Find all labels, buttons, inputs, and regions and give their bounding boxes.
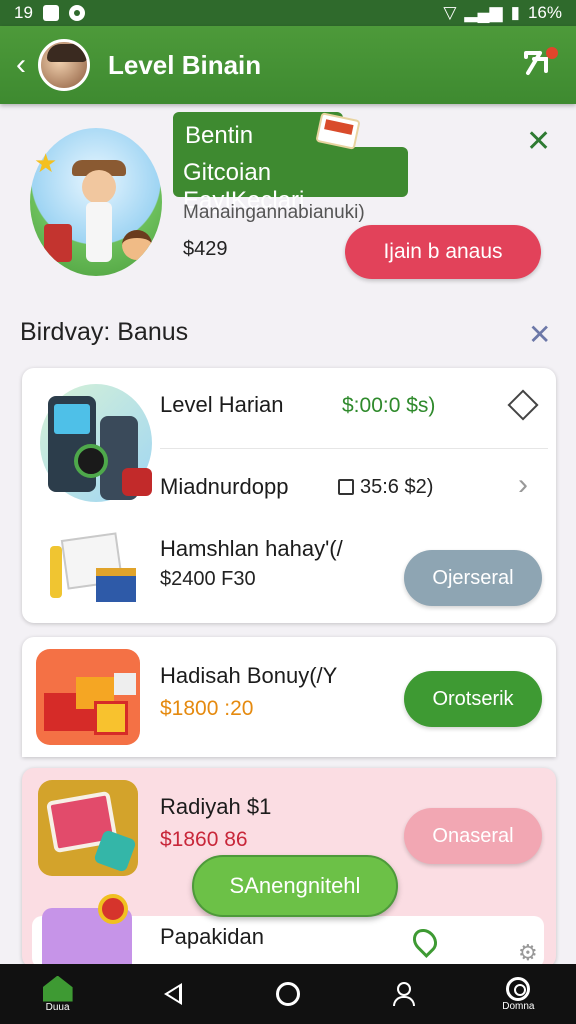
divider <box>160 448 548 449</box>
join-bonus-button[interactable]: Ijain b anaus <box>345 225 541 279</box>
bonus-card: Level Harian $:00:0 $s) Miadnurdopp 35:6… <box>22 368 556 623</box>
avatar[interactable] <box>38 39 90 91</box>
nav-home-label: Duua <box>45 1001 70 1013</box>
app-status-icon <box>68 5 85 21</box>
hero-subtitle: Gitcoian EayIKeclari <box>173 147 408 214</box>
close-icon[interactable]: ✕ <box>528 318 551 351</box>
hero-description: Manaingannabianuki) <box>183 202 365 223</box>
wifi-icon: ▽ <box>443 3 457 22</box>
item-amount: $:00:0 $s) <box>342 394 436 417</box>
item-name: Hamshlan hahay'(/ <box>160 536 343 561</box>
list-item[interactable]: Level Harian $:00:0 $s) <box>22 368 556 448</box>
battery-level: 16% <box>527 3 562 22</box>
profile-icon <box>506 976 531 1001</box>
section-title: Birdvay: Banus <box>20 318 189 346</box>
claim-button[interactable]: Orotserik <box>404 671 542 727</box>
item-name: Papakidan <box>160 924 264 949</box>
item-name: Hadisah Bonuy(/Y <box>160 663 338 688</box>
star-icon: ★ <box>34 148 58 178</box>
floating-action-button[interactable]: SAnengnitehl <box>192 855 398 917</box>
item-price: $2400 F30 <box>160 568 256 590</box>
item-name: Radiyah $1 <box>160 794 272 819</box>
nav-profile-label: Domna <box>502 1000 535 1012</box>
item-amount: 35:6 $2) <box>338 476 433 499</box>
home-circle-icon <box>275 982 300 1006</box>
item-amount-text: 35:6 $2) <box>360 476 434 498</box>
bottom-nav: Duua Domna <box>0 964 576 1024</box>
signal-icon: ▂▄▆ <box>464 3 503 22</box>
chevron-right-icon[interactable]: › <box>518 468 528 502</box>
notification-badge <box>546 47 558 59</box>
card-reward-thumbnail <box>38 780 138 876</box>
item-price: $1800 :20 <box>160 697 254 720</box>
nav-home-circle[interactable] <box>248 982 328 1006</box>
hero-price: $429 <box>183 238 228 260</box>
voucher-thumbnail <box>42 894 132 964</box>
list-item[interactable]: Miadnurdopp 35:6 $2) › <box>22 450 556 522</box>
bonus-card: Hadisah Bonuy(/Y $1800 :20 Orotserik <box>22 637 556 757</box>
close-icon[interactable]: ✕ <box>526 124 551 159</box>
battery-icon: ▮ <box>510 3 520 22</box>
package-icon <box>338 479 354 495</box>
clock: 19 <box>14 3 33 22</box>
item-name: Miadnurdopp <box>160 474 289 499</box>
gear-icon[interactable]: ⚙ <box>518 940 538 966</box>
share-button[interactable] <box>520 45 560 85</box>
claim-button[interactable]: Onaseral <box>404 808 542 864</box>
claim-button[interactable]: Ojerseral <box>404 550 542 606</box>
home-icon <box>42 975 73 1002</box>
app-bar: ‹ Level Binain <box>0 26 576 104</box>
status-bar: 19 ▽ ▂▄▆ ▮ 16% <box>0 0 576 26</box>
item-name: Level Harian <box>160 392 284 417</box>
people-icon <box>391 982 416 1006</box>
nav-profile[interactable]: Domna <box>478 976 558 1012</box>
diamond-icon[interactable] <box>507 389 539 421</box>
nav-back[interactable] <box>133 983 213 1005</box>
notification-icon <box>42 5 59 21</box>
arrow-left-icon[interactable]: ‹ <box>16 48 34 82</box>
nav-home[interactable]: Duua <box>18 975 98 1013</box>
nav-people[interactable] <box>363 982 443 1006</box>
back-triangle-icon <box>163 983 182 1005</box>
page-title: Level Binain <box>108 49 262 80</box>
item-price: $1860 86 <box>160 828 248 851</box>
gifts-thumbnail <box>36 649 140 745</box>
